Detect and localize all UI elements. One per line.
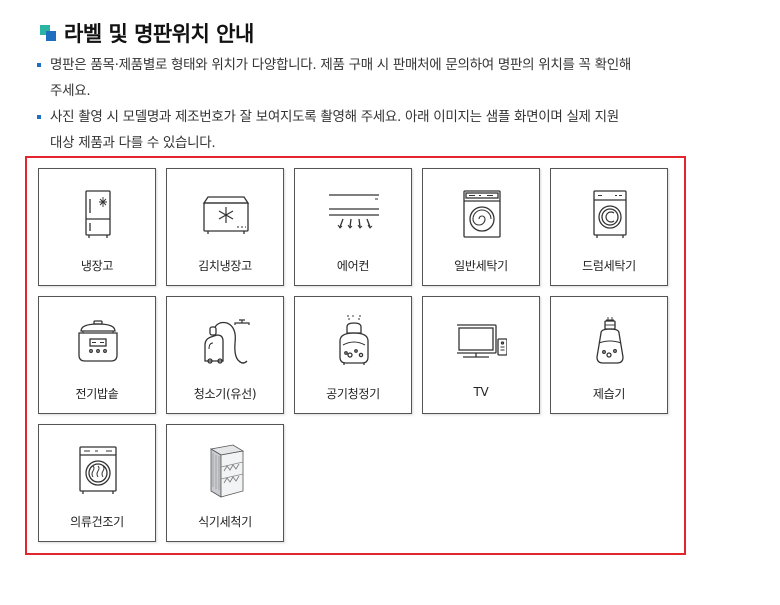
drum-washer-icon [593, 190, 627, 238]
product-grid: 냉장고 김치냉장고 에어컨 일반세탁기 드럼세탁기 전기밥솥 청소기(유선) 공… [38, 168, 668, 542]
product-selection-frame: 냉장고 김치냉장고 에어컨 일반세탁기 드럼세탁기 전기밥솥 청소기(유선) 공… [25, 156, 686, 555]
product-air-purifier[interactable]: 공기청정기 [294, 296, 412, 414]
product-label: 제습기 [592, 387, 626, 401]
product-label: 청소기(유선) [193, 387, 257, 401]
product-vacuum-cleaner[interactable]: 청소기(유선) [166, 296, 284, 414]
product-rice-cooker[interactable]: 전기밥솥 [38, 296, 156, 414]
section-header: 라벨 및 명판위치 안내 [40, 18, 254, 48]
product-label: 전기밥솥 [75, 387, 119, 401]
product-tv[interactable]: TV [422, 296, 540, 414]
product-label: 에어컨 [336, 259, 370, 273]
product-label: 식기세척기 [198, 515, 252, 529]
product-washing-machine[interactable]: 일반세탁기 [422, 168, 540, 286]
refrigerator-icon [85, 190, 111, 238]
product-label: 공기청정기 [326, 387, 380, 401]
product-label: 김치냉장고 [198, 259, 252, 273]
product-label: TV [473, 385, 489, 399]
dishwasher-icon [209, 444, 245, 498]
washing-machine-icon [463, 190, 501, 238]
page-title: 라벨 및 명판위치 안내 [64, 22, 254, 46]
dehumidifier-icon [596, 317, 624, 364]
notes-list: 명판은 품목·제품별로 형태와 위치가 다양합니다. 제품 구매 시 판매처에 … [36, 52, 676, 156]
rice-cooker-icon [78, 320, 118, 362]
product-label: 의류건조기 [70, 515, 124, 529]
product-kimchi-refrigerator[interactable]: 김치냉장고 [166, 168, 284, 286]
note-item: 사진 촬영 시 모델명과 제조번호가 잘 보여지도록 촬영해 주세요. 아래 이… [36, 104, 676, 156]
title-bullet-icon [40, 25, 56, 41]
air-purifier-icon [339, 315, 369, 365]
product-dishwasher[interactable]: 식기세척기 [166, 424, 284, 542]
vacuum-cleaner-icon [204, 319, 250, 364]
product-air-conditioner[interactable]: 에어컨 [294, 168, 412, 286]
tv-icon [457, 324, 507, 358]
air-conditioner-icon [329, 194, 379, 229]
product-refrigerator[interactable]: 냉장고 [38, 168, 156, 286]
product-dehumidifier[interactable]: 제습기 [550, 296, 668, 414]
clothes-dryer-icon [79, 446, 117, 494]
kimchi-refrigerator-icon [202, 196, 250, 234]
product-label: 냉장고 [80, 259, 114, 273]
product-clothes-dryer[interactable]: 의류건조기 [38, 424, 156, 542]
note-item: 명판은 품목·제품별로 형태와 위치가 다양합니다. 제품 구매 시 판매처에 … [36, 52, 676, 104]
product-label: 일반세탁기 [454, 259, 508, 273]
product-drum-washer[interactable]: 드럼세탁기 [550, 168, 668, 286]
product-label: 드럼세탁기 [582, 259, 636, 273]
